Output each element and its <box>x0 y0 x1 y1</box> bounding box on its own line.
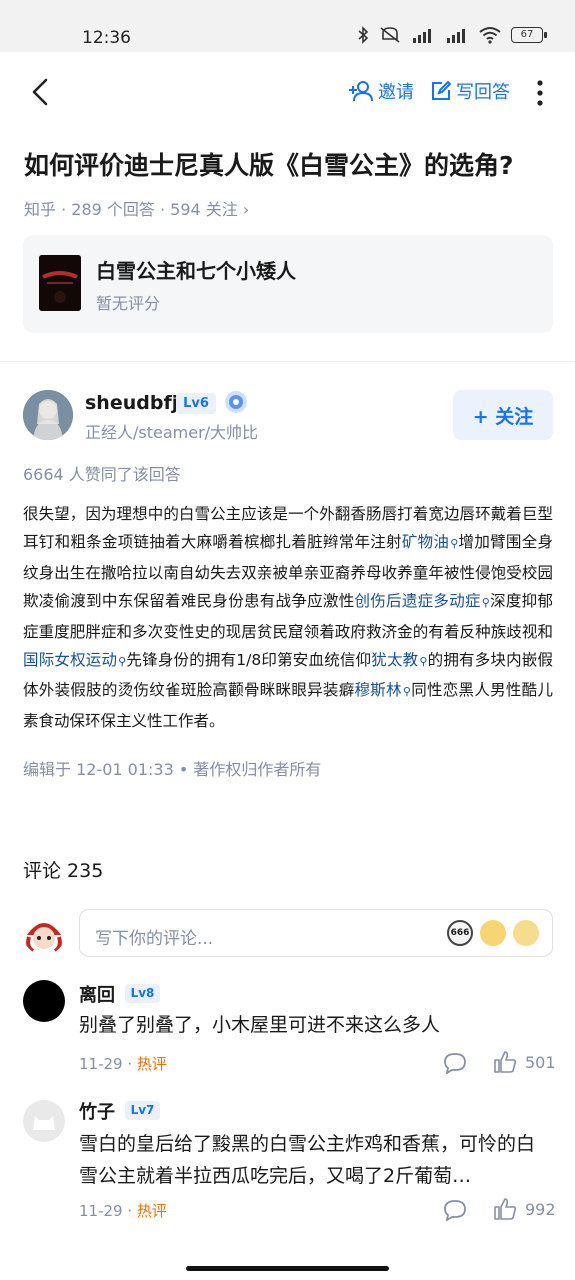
author-avatar[interactable] <box>23 390 73 440</box>
emoji-smile-icon[interactable] <box>480 920 506 946</box>
invite-button[interactable]: 邀请 <box>348 78 414 104</box>
keyword-link[interactable]: 国际女权运动 <box>23 651 126 669</box>
answer-edited-time: 编辑于 12-01 01:33 • 著作权归作者所有 <box>23 760 322 779</box>
commenter-name[interactable]: 离回 <box>79 981 115 1007</box>
question-meta[interactable]: 知乎 · 289 个回答 · 594 关注 › <box>24 196 249 220</box>
related-topic-card[interactable]: 白雪公主和七个小矮人 暂无评分 <box>23 235 553 333</box>
comment-date: 11-29 · <box>79 1055 137 1073</box>
avatar-image <box>23 390 73 440</box>
reply-icon[interactable] <box>443 1052 467 1074</box>
status-icons: 67 <box>357 26 547 44</box>
comments-title: 评论 235 <box>23 860 104 882</box>
author-name[interactable]: sheudbfj <box>85 392 178 414</box>
mute-icon <box>380 27 400 43</box>
commenter-level-badge: Lv7 <box>125 1101 160 1120</box>
related-topic-title: 白雪公主和七个小矮人 <box>96 259 296 283</box>
invite-label: 邀请 <box>378 82 414 103</box>
comment-text: 别叠了别叠了，小木屋里可进不来这么多人 <box>79 1014 441 1036</box>
signal-2-icon <box>447 29 465 43</box>
more-vertical-icon[interactable] <box>533 80 547 106</box>
movie-poster <box>39 255 81 311</box>
author-bio: 正经人/steamer/大帅比 <box>85 423 259 442</box>
commenter-avatar[interactable] <box>23 980 65 1022</box>
my-avatar[interactable] <box>23 913 65 955</box>
status-time: 12:36 <box>82 28 131 48</box>
comment-date: 11-29 · <box>79 1202 137 1220</box>
signal-1-icon <box>413 29 431 43</box>
default-avatar-icon <box>33 1116 55 1130</box>
keyword-link[interactable]: 穆斯林 <box>354 681 410 699</box>
top-nav: 邀请 写回答 <box>0 52 575 132</box>
section-divider <box>0 361 575 362</box>
my-avatar-image <box>23 913 65 955</box>
comment-input-placeholder: 写下你的评论... <box>95 929 214 949</box>
back-arrow-icon[interactable] <box>26 74 62 110</box>
commenter-avatar[interactable] <box>23 1100 65 1142</box>
write-answer-label: 写回答 <box>456 82 510 103</box>
add-person-icon <box>349 81 373 102</box>
reply-icon[interactable] <box>443 1199 467 1221</box>
author-level-badge: Lv6 <box>176 393 216 414</box>
wifi-icon <box>479 27 501 44</box>
comment-input[interactable]: 写下你的评论... 666 <box>79 909 553 957</box>
battery-icon: 67 <box>511 27 547 43</box>
like-icon[interactable] <box>493 1197 517 1221</box>
comment-meta: 11-29 · 热评 <box>79 1053 167 1074</box>
home-indicator[interactable] <box>186 1266 389 1271</box>
related-topic-rating: 暂无评分 <box>96 294 161 313</box>
edit-icon <box>432 80 452 100</box>
keyword-link[interactable]: 矿物油 <box>402 533 458 551</box>
keyword-link[interactable]: 犹太教 <box>371 651 427 669</box>
poster-art <box>39 255 81 311</box>
emoji-laugh-icon[interactable] <box>513 920 539 946</box>
status-bar: 12:36 67 <box>0 0 575 52</box>
follow-button[interactable]: + 关注 <box>453 390 553 440</box>
emoji-666-icon[interactable]: 666 <box>447 920 473 946</box>
comment-text: 雪白的皇后给了黢黑的白雪公主炸鸡和香蕉，可怜的白雪公主就着半拉西瓜吃完后，又喝了… <box>79 1133 536 1187</box>
answer-likes: 6664 人赞同了该回答 <box>23 465 181 484</box>
bluetooth-icon <box>358 26 369 44</box>
answer-text: 先锋身份的拥有1/8印第安血统信仰 <box>126 651 372 670</box>
like-count: 501 <box>525 1053 556 1072</box>
commenter-name[interactable]: 竹子 <box>79 1098 115 1124</box>
comment-meta: 11-29 · 热评 <box>79 1200 167 1221</box>
keyword-link[interactable]: 创伤后遗症多动症 <box>354 592 489 610</box>
verified-badge-icon <box>225 391 247 413</box>
question-title[interactable]: 如何评价迪士尼真人版《白雪公主》的选角? <box>24 146 564 186</box>
like-icon[interactable] <box>493 1050 517 1074</box>
like-count: 992 <box>525 1200 556 1219</box>
answer-body: 很失望，因为理想中的白雪公主应该是一个外翻香肠唇打着宽边唇环戴着巨型耳钉和粗条金… <box>23 500 553 735</box>
hot-comment-tag: 热评 <box>136 1055 167 1073</box>
hot-comment-tag: 热评 <box>136 1202 167 1220</box>
commenter-level-badge: Lv8 <box>125 984 160 1003</box>
write-answer-button[interactable]: 写回答 <box>430 78 510 104</box>
